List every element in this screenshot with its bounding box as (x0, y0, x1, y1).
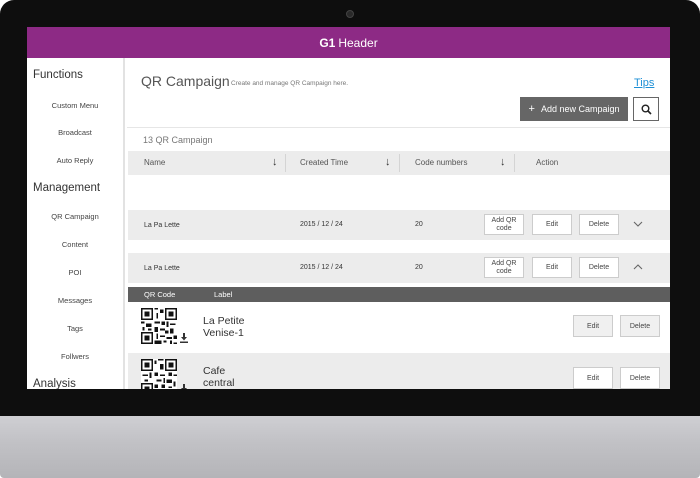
camera-icon (346, 10, 354, 18)
add-new-campaign-button[interactable]: + Add new Campaign (520, 97, 628, 121)
app-screen: G1 Header Functions Custom Menu Broadcas… (27, 27, 670, 389)
qr-label: La Petite Venise-1 (203, 315, 244, 339)
search-icon (641, 104, 652, 115)
qr-subtable-header: QR Code Label (128, 287, 670, 302)
app-header: G1 Header (27, 27, 670, 58)
delete-button[interactable]: Delete (579, 214, 619, 235)
sidebar: Functions Custom Menu Broadcast Auto Rep… (27, 58, 125, 389)
qr-list-item: Cafe central Edit Delete (128, 353, 670, 389)
edit-button[interactable]: Edit (573, 315, 613, 337)
qr-label-line: central (203, 377, 235, 389)
qr-label-line: Venise-1 (203, 327, 244, 339)
sort-down-arrow-icon[interactable]: ↓ (272, 156, 278, 168)
subcolumn-qr-code: QR Code (144, 290, 176, 299)
sidebar-item-tags[interactable]: Tags (27, 324, 123, 333)
main-content: QR Campaign Create and manage QR Campaig… (127, 58, 670, 389)
search-button[interactable] (633, 97, 659, 121)
qr-list-item: La Petite Venise-1 Edit Delete (128, 302, 670, 352)
sidebar-item-follwers[interactable]: Follwers (27, 352, 123, 361)
row-created-time: 2015 / 12 / 24 (300, 264, 343, 271)
sidebar-item-content[interactable]: Content (27, 240, 123, 249)
edit-button[interactable]: Edit (573, 367, 613, 389)
sidebar-item-custom-menu[interactable]: Custom Menu (27, 101, 123, 110)
qr-code-icon[interactable] (141, 308, 177, 344)
sidebar-item-broadcast[interactable]: Broadcast (27, 128, 123, 137)
row-name: La Pa Lette (144, 265, 180, 272)
add-new-campaign-label: Add new Campaign (540, 104, 620, 114)
column-divider (285, 154, 286, 172)
row-code-numbers: 20 (415, 221, 423, 228)
qr-code-icon[interactable] (141, 359, 177, 389)
sidebar-item-qr-campaign[interactable]: QR Campaign (27, 212, 123, 221)
row-code-numbers: 20 (415, 264, 423, 271)
qr-label-line: Cafe (203, 365, 226, 377)
qr-label-line: La Petite (203, 315, 245, 327)
column-divider (399, 154, 400, 172)
page-title: QR Campaign (141, 73, 230, 89)
sidebar-item-messages[interactable]: Messages (27, 296, 123, 305)
column-divider (514, 154, 515, 172)
column-header-name[interactable]: Name (144, 158, 165, 167)
header-title: Header (338, 35, 378, 50)
chevron-up-icon[interactable] (633, 262, 643, 272)
table-header: Name ↓ Created Time ↓ Code numbers ↓ Act… (128, 151, 670, 175)
sidebar-item-auto-reply[interactable]: Auto Reply (27, 156, 123, 165)
page-subtitle: Create and manage QR Campaign here. (231, 80, 349, 87)
qr-label: Cafe central (203, 365, 235, 389)
row-name: La Pa Lette (144, 222, 180, 229)
tips-link[interactable]: Tips (634, 77, 654, 89)
delete-button[interactable]: Delete (579, 257, 619, 278)
subcolumn-label: Label (214, 290, 233, 299)
sidebar-section-management: Management (33, 182, 101, 194)
campaign-count: 13 QR Campaign (143, 135, 213, 145)
add-qr-code-button[interactable]: Add QR code (484, 214, 524, 235)
delete-button[interactable]: Delete (620, 367, 660, 389)
sort-down-arrow-icon[interactable]: ↓ (500, 156, 506, 168)
sort-down-arrow-icon[interactable]: ↓ (385, 156, 391, 168)
header-brand: G1 (319, 35, 336, 50)
table-row: La Pa Lette 2015 / 12 / 24 20 Add QR cod… (128, 210, 670, 240)
add-qr-code-button[interactable]: Add QR code (484, 257, 524, 278)
divider (127, 127, 670, 128)
sidebar-section-functions: Functions (33, 69, 83, 81)
sidebar-section-analysis: Analysis (33, 378, 76, 389)
delete-button[interactable]: Delete (620, 315, 660, 337)
column-header-action: Action (536, 158, 559, 167)
row-created-time: 2015 / 12 / 24 (300, 221, 343, 228)
download-icon[interactable] (179, 333, 189, 343)
table-row: La Pa Lette 2015 / 12 / 24 20 Add QR cod… (128, 253, 670, 283)
download-icon[interactable] (179, 384, 189, 389)
edit-button[interactable]: Edit (532, 257, 572, 278)
column-header-code-numbers[interactable]: Code numbers (415, 158, 467, 167)
monitor-chin (0, 416, 700, 478)
column-header-created-time[interactable]: Created Time (300, 158, 348, 167)
sidebar-item-poi[interactable]: POI (27, 268, 123, 277)
plus-icon: + (528, 103, 535, 115)
edit-button[interactable]: Edit (532, 214, 572, 235)
chevron-down-icon[interactable] (633, 219, 643, 229)
